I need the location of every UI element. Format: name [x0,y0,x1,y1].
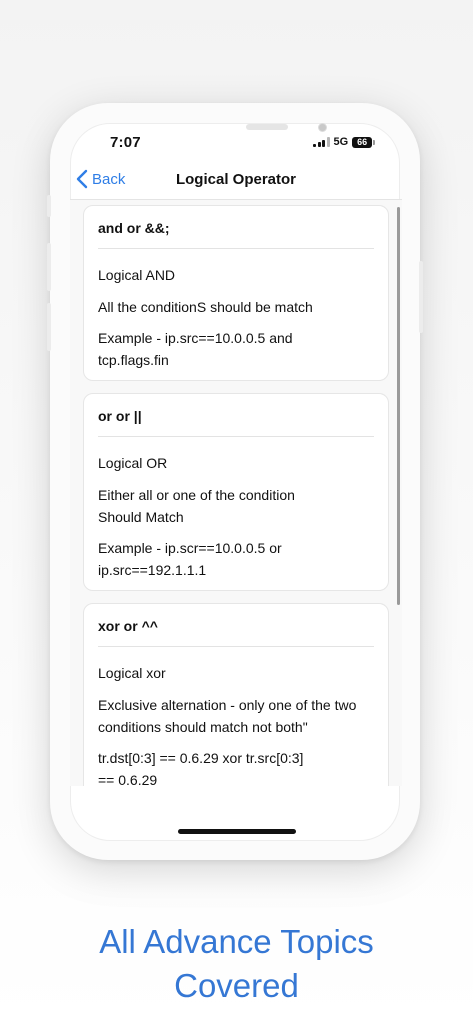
card-subtitle: Logical OR [98,455,168,471]
volume-down-button [47,303,51,351]
card-title: xor or ^^ [98,616,374,647]
battery-level: 66 [357,136,368,147]
page-title: Logical Operator [175,171,297,188]
card-description: Exclusive alternation - only one of the … [98,697,357,735]
home-indicator[interactable] [178,829,296,834]
operator-card-xor: xor or ^^ Logical xor Exclusive alternat… [83,603,389,786]
card-title: or or || [98,406,374,437]
signal-icon [313,137,330,147]
speaker-grille [246,124,288,130]
scrollbar[interactable] [397,207,400,605]
card-title: and or &&; [98,218,374,249]
card-example: Example - ip.scr==10.0.0.5 or ip.src==19… [98,540,282,578]
navigation-bar: Back Logical Operator [70,162,402,200]
caption-line-2: Covered [174,967,299,1004]
status-time: 7:07 [110,134,141,151]
operator-card-and: and or &&; Logical AND All the condition… [83,205,389,381]
card-subtitle: Logical AND [98,267,176,283]
side-button [47,195,51,217]
card-example: Example - ip.src==10.0.0.5 and tcp.flags… [98,330,293,368]
battery-icon: 66 [352,136,376,148]
card-example: tr.dst[0:3] == 0.6.29 xor tr.src[0:3] ==… [98,750,304,786]
power-button [419,261,423,333]
promo-caption: All Advance Topics Covered [0,920,473,1008]
caption-line-1: All Advance Topics [99,923,374,960]
volume-up-button [47,243,51,291]
operator-card-or: or or || Logical OR Either all or one of… [83,393,389,591]
card-subtitle: Logical xor [98,665,166,681]
card-description: All the conditionS should be match [98,299,313,315]
network-type: 5G [333,136,349,148]
operator-list[interactable]: and or &&; Logical AND All the condition… [70,200,402,786]
card-description: Either all or one of the condition Shoul… [98,487,295,525]
front-camera [318,123,327,132]
status-indicators: 5G 66 [313,136,376,148]
